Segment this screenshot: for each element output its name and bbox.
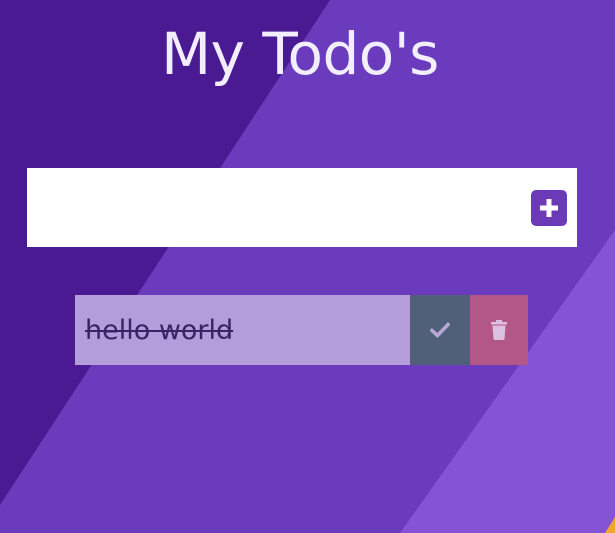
add-todo-button[interactable] (531, 189, 567, 226)
check-icon (430, 322, 450, 338)
trash-icon (491, 320, 507, 340)
delete-button[interactable] (470, 295, 528, 365)
todo-item: hello world (75, 295, 528, 365)
todo-list: hello world (75, 295, 528, 365)
todo-app: My Todo's hello world (0, 0, 615, 533)
todo-form (27, 168, 577, 247)
page-title: My Todo's (161, 20, 439, 88)
plus-icon (538, 197, 560, 219)
complete-button[interactable] (410, 295, 470, 365)
todo-item-text: hello world (75, 295, 410, 365)
todo-input[interactable] (43, 186, 527, 229)
